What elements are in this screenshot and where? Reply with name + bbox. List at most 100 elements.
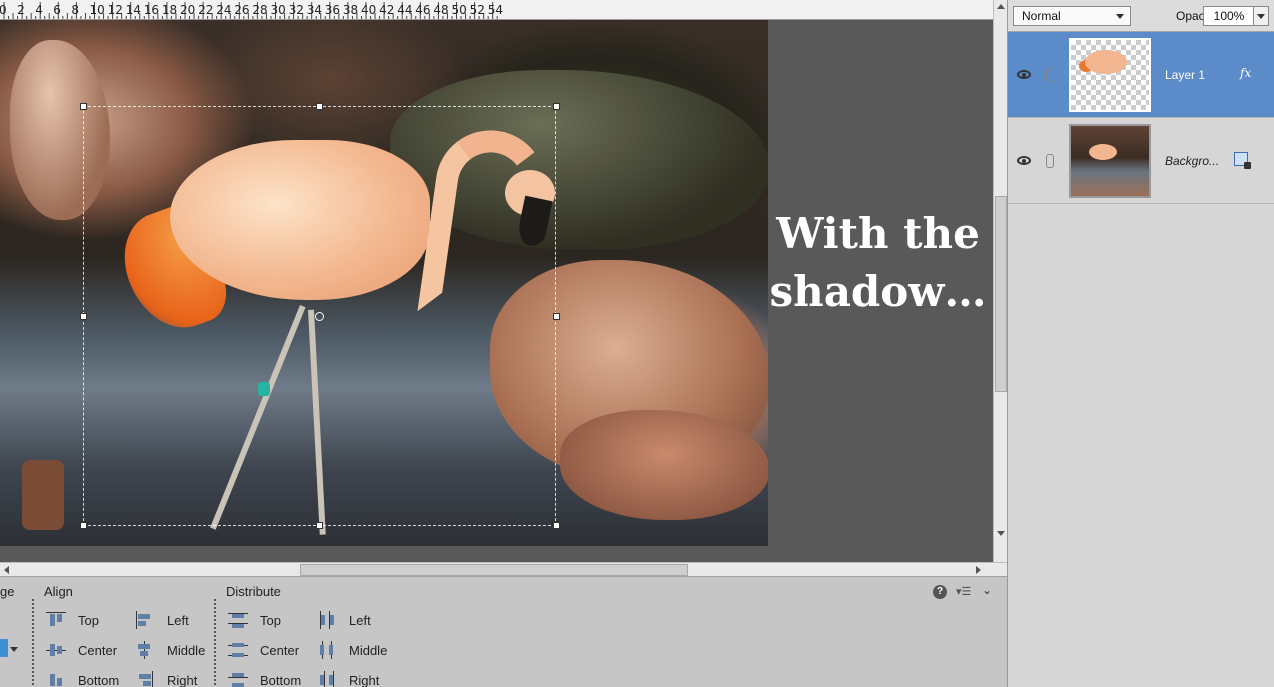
ruler-tick-label: 20 (180, 3, 196, 17)
distribute-right-label: Right (349, 672, 380, 687)
distribute-left-button[interactable]: Left (317, 611, 371, 629)
distribute-middle-label: Middle (349, 642, 388, 658)
link-icon[interactable] (1046, 68, 1054, 82)
help-icon[interactable]: ? (933, 585, 947, 599)
align-right-icon (135, 671, 155, 687)
vertical-scroll-thumb[interactable] (995, 196, 1007, 392)
scroll-right-icon[interactable] (976, 566, 981, 574)
arrange-button[interactable] (0, 639, 8, 657)
chevron-down-icon (1257, 14, 1265, 19)
align-left-label: Left (167, 612, 189, 628)
link-icon[interactable] (1046, 154, 1054, 168)
ruler-tick-label: 0 (0, 3, 7, 17)
scroll-down-icon[interactable] (997, 531, 1005, 536)
handle-bottom-right[interactable] (553, 522, 560, 529)
ruler-tick-label: 24 (216, 3, 232, 17)
layers-panel: Normal Opacity: 100% Layer 1 fx Backgro.… (1007, 0, 1274, 687)
fx-icon[interactable]: fx (1240, 66, 1251, 80)
layers-toolbar: Normal Opacity: 100% (1008, 0, 1274, 32)
handle-top-middle[interactable] (316, 103, 323, 110)
ruler-tick-label: 52 (469, 3, 485, 17)
align-center-button[interactable]: Center (46, 641, 117, 659)
align-right-button[interactable]: Right (135, 671, 197, 687)
distribute-top-button[interactable]: Top (228, 611, 281, 629)
eye-icon[interactable] (1017, 70, 1031, 79)
opacity-input[interactable]: 100% (1203, 6, 1255, 26)
distribute-bottom-icon (228, 671, 248, 687)
panel-menu-icon[interactable]: ▾☰ (956, 585, 972, 599)
layer-name[interactable]: Backgro... (1165, 154, 1219, 168)
align-middle-icon (135, 641, 155, 659)
distribute-middle-button[interactable]: Middle (317, 641, 387, 659)
align-right-label: Right (167, 672, 198, 687)
caption-line-1: With the (776, 209, 980, 258)
ruler-tick-label: 44 (397, 3, 413, 17)
ruler-tick-label: 2 (17, 3, 25, 17)
scroll-up-icon[interactable] (997, 4, 1005, 9)
transform-center-point[interactable] (315, 312, 324, 321)
distribute-top-icon (228, 611, 248, 629)
vertical-scrollbar[interactable] (993, 0, 1007, 562)
align-center-label: Center (78, 642, 118, 658)
chevron-down-icon (1116, 14, 1124, 19)
distribute-right-icon (317, 671, 337, 687)
flamingo-photo[interactable] (0, 20, 768, 546)
ruler-tick-label: 54 (487, 3, 503, 17)
eye-icon[interactable] (1017, 156, 1031, 165)
blend-mode-select[interactable]: Normal (1013, 6, 1131, 26)
lock-icon[interactable] (1234, 152, 1251, 169)
horizontal-scroll-thumb[interactable] (300, 564, 688, 576)
ruler-tick-label: 4 (35, 3, 43, 17)
ruler-tick-label: 34 (306, 3, 322, 17)
ruler-tick-label: 50 (451, 3, 467, 17)
ruler-tick-label: 46 (415, 3, 431, 17)
handle-top-right[interactable] (553, 103, 560, 110)
align-left-icon (135, 611, 155, 629)
align-title: Align (44, 584, 73, 599)
distribute-right-button[interactable]: Right (317, 671, 379, 687)
collapse-icon[interactable]: ⌄ (982, 583, 994, 597)
layer-thumbnail (1069, 38, 1151, 112)
thumbnail-photo (1071, 126, 1149, 196)
handle-middle-left[interactable] (80, 313, 87, 320)
distribute-center-icon (228, 641, 248, 659)
transparency-checker (1071, 40, 1149, 110)
ruler-tick-label: 42 (379, 3, 395, 17)
align-middle-button[interactable]: Middle (135, 641, 205, 659)
horizontal-scrollbar[interactable] (0, 562, 1007, 576)
align-bottom-button[interactable]: Bottom (46, 671, 119, 687)
opacity-dropdown-button[interactable] (1253, 6, 1269, 26)
ruler-tick-label: 16 (143, 3, 160, 17)
ruler-tick-label: 10 (89, 3, 105, 17)
ruler-tick-label: 30 (270, 3, 286, 17)
layer-name[interactable]: Layer 1 (1165, 68, 1205, 82)
layer-row-layer-1[interactable]: Layer 1 fx (1008, 32, 1274, 118)
horizontal-ruler[interactable]: 0246810121416182022242628303234363840424… (0, 0, 993, 20)
ruler-tick-label: 48 (433, 3, 449, 17)
separator (214, 599, 216, 685)
handle-middle-right[interactable] (553, 313, 560, 320)
post-stump (22, 460, 64, 530)
distribute-center-button[interactable]: Center (228, 641, 299, 659)
canvas-area[interactable]: With the shadow… (0, 20, 993, 562)
align-left-button[interactable]: Left (135, 611, 189, 629)
distribute-bottom-button[interactable]: Bottom (228, 671, 301, 687)
layer-thumbnail (1069, 124, 1151, 198)
arrange-dropdown-icon[interactable] (10, 647, 18, 652)
scroll-left-icon[interactable] (4, 566, 9, 574)
align-bottom-label: Bottom (78, 672, 120, 687)
ruler-tick-label: 8 (71, 3, 80, 17)
distribute-left-icon (317, 611, 337, 629)
caption-line-2: shadow… (769, 267, 987, 316)
thumbnail-flamingo (1089, 144, 1117, 160)
separator (32, 599, 34, 685)
handle-bottom-left[interactable] (80, 522, 87, 529)
tool-options-panel: ge Align Top Center Bottom Left Middle R… (0, 576, 1007, 687)
distribute-center-label: Center (260, 642, 300, 658)
handle-bottom-middle[interactable] (316, 522, 323, 529)
align-top-button[interactable]: Top (46, 611, 99, 629)
handle-top-left[interactable] (80, 103, 87, 110)
photoshop-elements-window: 0246810121416182022242628303234363840424… (0, 0, 1274, 687)
layer-row-background[interactable]: Backgro... (1008, 118, 1274, 204)
ruler-tick-label: 6 (53, 3, 61, 17)
